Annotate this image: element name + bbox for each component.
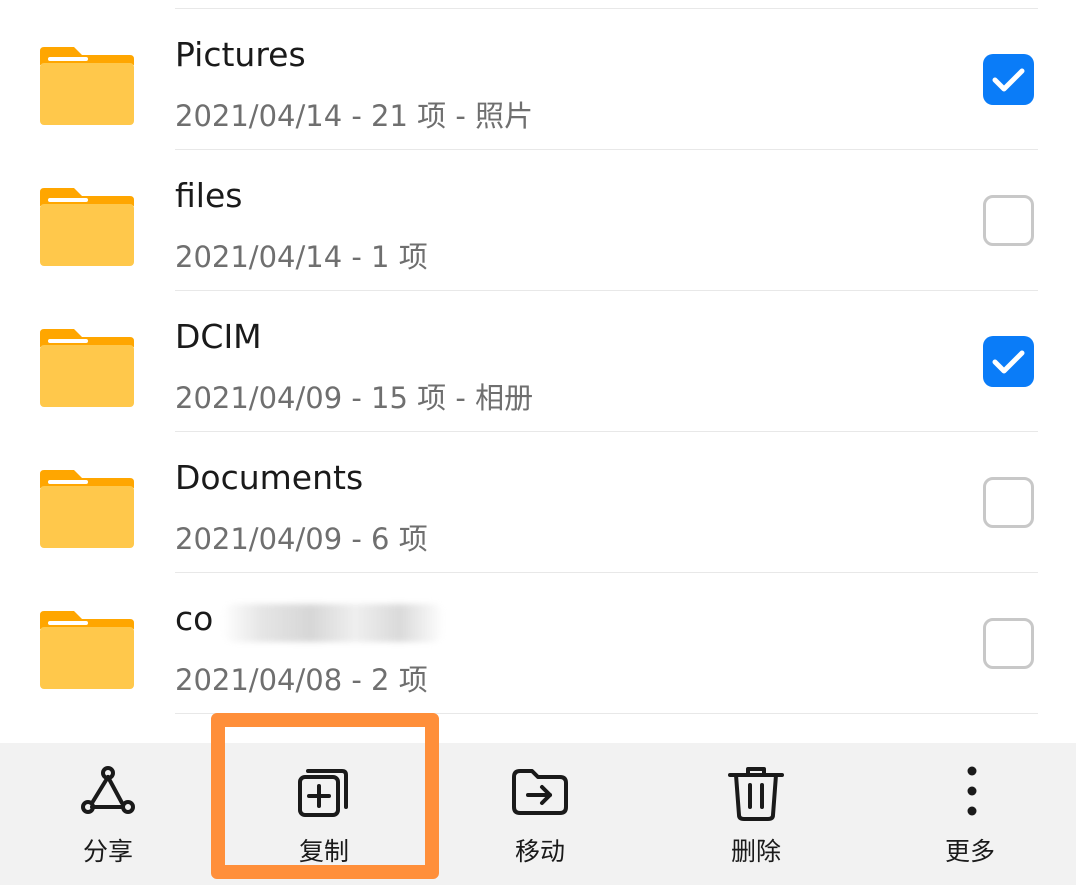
more-label: 更多 xyxy=(944,837,995,866)
share-icon xyxy=(81,766,135,814)
move-folder-icon xyxy=(512,769,568,815)
file-meta: 2021/04/09 - 15 项 - 相册 xyxy=(175,381,534,415)
file-row-documents[interactable]: Documents 2021/04/09 - 6 项 xyxy=(0,432,1076,573)
file-row-redacted[interactable]: co 2021/04/08 - 2 项 xyxy=(0,573,1076,714)
copy-icon xyxy=(298,769,348,817)
select-checkbox[interactable] xyxy=(983,336,1034,387)
file-row-pictures[interactable]: Pictures 2021/04/14 - 21 项 - 照片 xyxy=(0,9,1076,150)
bottom-action-bar: 分享 复制 移动 删除 更多 xyxy=(0,743,1076,885)
delete-button[interactable]: 删除 xyxy=(648,743,864,885)
folder-icon xyxy=(40,188,134,266)
redaction-blur xyxy=(222,604,444,642)
move-button[interactable]: 移动 xyxy=(432,743,648,885)
file-meta: 2021/04/09 - 6 项 xyxy=(175,522,428,556)
file-name: Documents xyxy=(175,458,364,497)
file-meta: 2021/04/08 - 2 项 xyxy=(175,663,428,697)
file-name: co xyxy=(175,599,214,638)
file-name: Pictures xyxy=(175,35,306,74)
file-meta: 2021/04/14 - 1 项 xyxy=(175,240,428,274)
folder-icon xyxy=(40,611,134,689)
check-icon xyxy=(992,68,1025,92)
file-row-files[interactable]: files 2021/04/14 - 1 项 xyxy=(0,150,1076,291)
file-name: files xyxy=(175,176,243,215)
file-manager-screen: Pictures 2021/04/14 - 21 项 - 照片 files 20… xyxy=(0,0,1076,885)
copy-label: 复制 xyxy=(298,837,349,866)
more-button[interactable]: 更多 xyxy=(864,743,1076,885)
file-row-dcim[interactable]: DCIM 2021/04/09 - 15 项 - 相册 xyxy=(0,291,1076,432)
file-meta: 2021/04/14 - 21 项 - 照片 xyxy=(175,99,534,133)
share-button[interactable]: 分享 xyxy=(0,743,216,885)
trash-icon xyxy=(728,767,784,821)
folder-icon xyxy=(40,47,134,125)
select-checkbox[interactable] xyxy=(983,195,1034,246)
file-list: Pictures 2021/04/14 - 21 项 - 照片 files 20… xyxy=(0,9,1076,714)
move-label: 移动 xyxy=(514,837,565,866)
folder-icon xyxy=(40,329,134,407)
check-icon xyxy=(992,350,1025,374)
copy-button[interactable]: 复制 xyxy=(216,743,432,885)
share-label: 分享 xyxy=(82,837,133,866)
select-checkbox[interactable] xyxy=(983,477,1034,528)
delete-label: 删除 xyxy=(730,837,781,866)
more-vertical-icon xyxy=(967,766,977,816)
folder-icon xyxy=(40,470,134,548)
select-checkbox[interactable] xyxy=(983,54,1034,105)
file-name: DCIM xyxy=(175,317,262,356)
select-checkbox[interactable] xyxy=(983,618,1034,669)
